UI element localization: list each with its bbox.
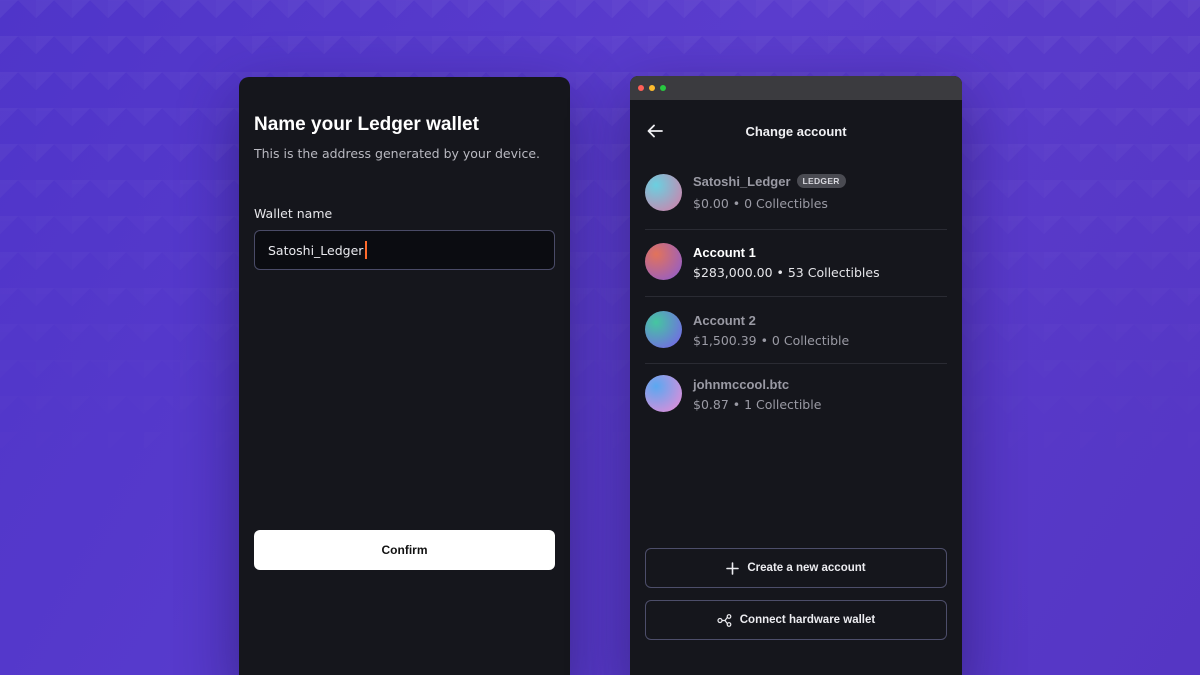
hardware-connect-icon (717, 613, 732, 627)
account-summary: $283,000.00 • 53 Collectibles (693, 265, 880, 280)
header: Change account (630, 100, 962, 162)
account-name: Account 2 (693, 313, 756, 328)
account-item-satoshi-ledger[interactable]: Satoshi_Ledger LEDGER $0.00 • 0 Collectib… (645, 164, 947, 230)
connect-hardware-button[interactable]: Connect hardware wallet (645, 600, 947, 640)
background-pattern (0, 0, 1200, 675)
header-title: Change account (745, 124, 847, 139)
window-titlebar (630, 76, 962, 100)
wallet-name-input[interactable]: Satoshi_Ledger (254, 230, 555, 270)
wallet-name-value: Satoshi_Ledger (268, 242, 364, 258)
account-avatar (645, 174, 682, 211)
account-item-account-2[interactable]: Account 2 $1,500.39 • 0 Collectible (645, 298, 947, 364)
minimize-window-dot[interactable] (649, 85, 655, 91)
connect-hardware-label: Connect hardware wallet (739, 614, 876, 626)
account-summary: $0.00 • 0 Collectibles (693, 196, 828, 211)
account-avatar (645, 375, 682, 412)
account-item-account-1[interactable]: Account 1 $283,000.00 • 53 Collectibles (645, 231, 947, 297)
close-window-dot[interactable] (638, 85, 644, 91)
ledger-badge: LEDGER (796, 174, 846, 188)
text-caret (365, 241, 368, 259)
name-wallet-panel: Name your Ledger wallet This is the addr… (239, 77, 570, 675)
account-name: Account 1 (693, 245, 756, 260)
account-name-row: Satoshi_Ledger LEDGER (693, 174, 846, 189)
confirm-button[interactable]: Confirm (254, 530, 555, 570)
account-name: Satoshi_Ledger (693, 174, 791, 189)
account-summary: $0.87 • 1 Collectible (693, 397, 822, 412)
change-account-window: Change account Satoshi_Ledger LEDGER $0.0… (630, 76, 962, 675)
account-summary: $1,500.39 • 0 Collectible (693, 333, 850, 348)
maximize-window-dot[interactable] (660, 85, 666, 91)
plus-icon (726, 561, 740, 575)
wallet-name-label: Wallet name (254, 206, 333, 221)
account-avatar (645, 311, 682, 348)
page-title: Name your Ledger wallet (254, 114, 479, 135)
create-account-button[interactable]: Create a new account (645, 548, 947, 588)
create-account-label: Create a new account (747, 562, 866, 574)
account-item-johnmccool[interactable]: johnmccool.btc $0.87 • 1 Collectible (645, 365, 947, 431)
page-subtitle: This is the address generated by your de… (254, 146, 540, 161)
account-name: johnmccool.btc (693, 377, 790, 392)
account-avatar (645, 243, 682, 280)
